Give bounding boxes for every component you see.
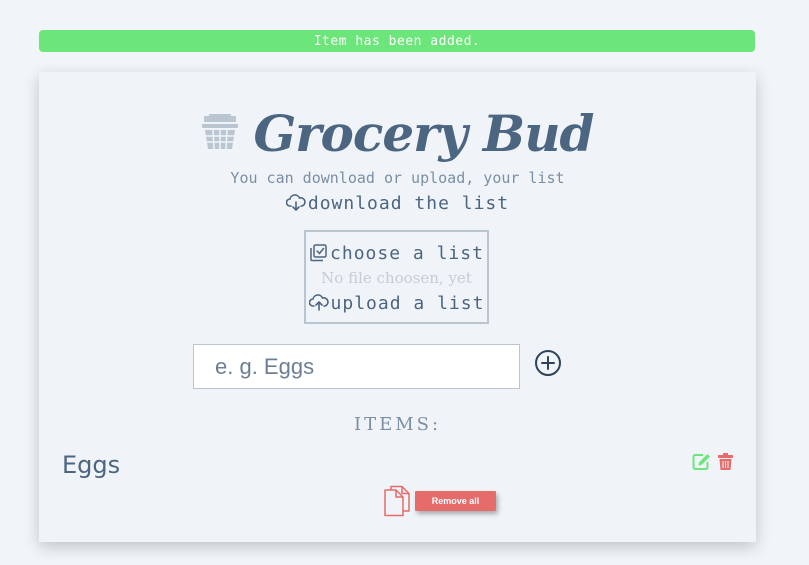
edit-icon <box>692 453 710 470</box>
basket-icon <box>202 114 239 150</box>
upload-list-label: upload a list <box>330 292 485 314</box>
add-item-button[interactable] <box>534 349 562 377</box>
remove-all-button[interactable]: Remove all <box>415 490 496 511</box>
file-upload-box: choose a list No file choosen, yet uploa… <box>304 230 489 324</box>
item-input[interactable] <box>193 344 520 389</box>
app-subtitle: You can download or upload, your list <box>230 169 565 187</box>
items-heading: ITEMS: <box>353 414 442 435</box>
download-list-button[interactable]: download the list <box>39 192 756 214</box>
plus-circle-icon <box>535 350 561 376</box>
copy-icon <box>384 485 410 517</box>
choose-list-button[interactable]: choose a list <box>309 241 484 265</box>
grocery-form <box>193 344 561 389</box>
delete-button[interactable] <box>718 452 733 470</box>
cloud-upload-icon <box>308 294 329 311</box>
item-actions <box>692 452 733 470</box>
grocery-card: Grocery Bud You can download or upload, … <box>39 72 756 542</box>
file-status-text: No file choosen, yet <box>321 269 472 287</box>
app-title: Grocery Bud <box>253 104 594 163</box>
upload-list-button[interactable]: upload a list <box>308 291 485 315</box>
success-alert: Item has been added. <box>39 30 755 52</box>
clear-row: Remove all <box>383 484 496 518</box>
choose-list-label: choose a list <box>330 242 484 264</box>
item-name: Eggs <box>62 451 121 479</box>
download-label: download the list <box>307 192 510 214</box>
list-item: Eggs <box>62 448 733 482</box>
edit-button[interactable] <box>692 453 711 470</box>
title-row: Grocery Bud <box>39 102 756 166</box>
cloud-download-icon <box>285 194 306 211</box>
trash-icon <box>718 452 733 470</box>
checkbox-stack-icon <box>310 244 327 262</box>
